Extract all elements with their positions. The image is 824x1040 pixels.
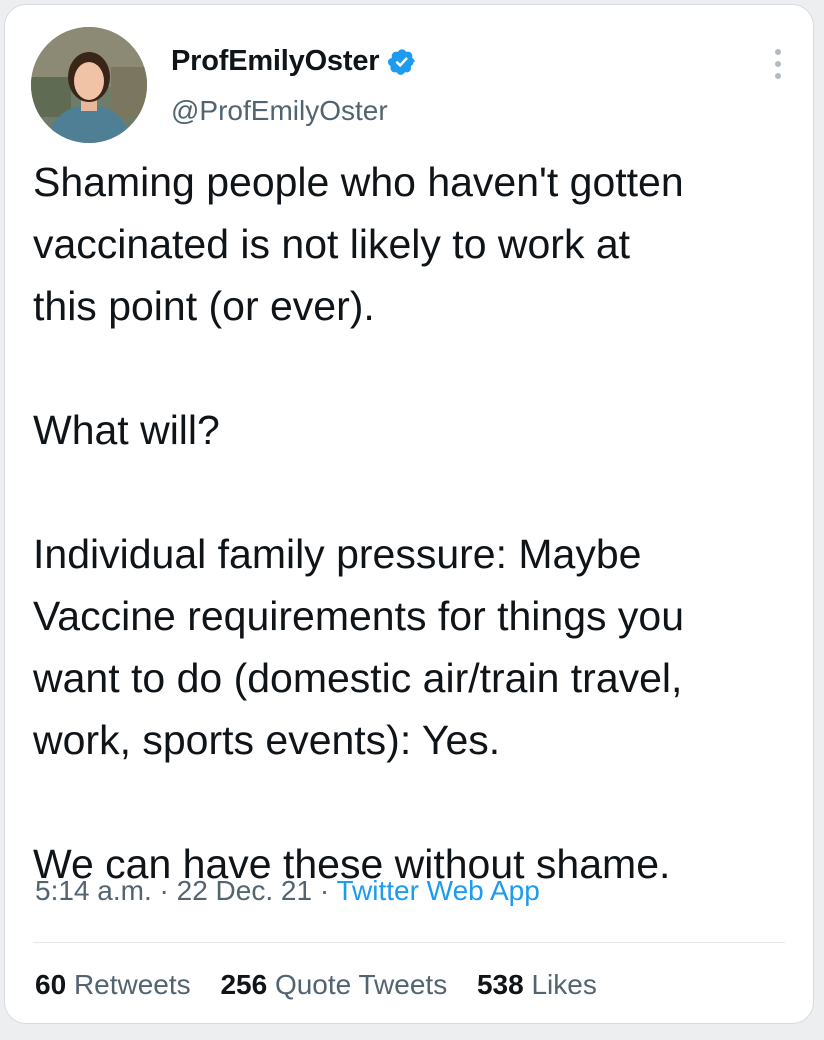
- tweet-line: Individual family pressure: Maybe: [33, 531, 642, 577]
- tweet-line: this point (or ever).: [33, 283, 375, 329]
- likes-count: 538: [476, 969, 524, 1000]
- verified-badge-icon: [388, 48, 416, 75]
- tweet-time[interactable]: 5:14 a.m.: [35, 875, 152, 906]
- tweet-line: want to do (domestic air/train travel,: [33, 655, 683, 701]
- meta-separator: ·: [319, 875, 330, 906]
- quote-tweets-count: 256: [220, 969, 268, 1000]
- author-handle[interactable]: @ProfEmilyOster: [171, 95, 388, 127]
- retweets-count: 60: [35, 969, 67, 1000]
- author-name-row[interactable]: ProfEmilyOster: [171, 45, 417, 78]
- tweet-text: Shaming people who haven't gotten vaccin…: [33, 151, 793, 895]
- likes-label: Likes: [531, 969, 597, 1000]
- divider: [33, 942, 785, 943]
- author-display-name[interactable]: ProfEmilyOster: [171, 45, 380, 78]
- tweet-date[interactable]: 22 Dec. 21: [177, 875, 312, 906]
- more-vertical-icon[interactable]: [773, 47, 783, 81]
- tweet-line: Shaming people who haven't gotten: [33, 159, 684, 205]
- retweets-stat[interactable]: 60 Retweets: [35, 969, 191, 1000]
- tweet-card: ProfEmilyOster @ProfEmilyOster Shaming p…: [4, 4, 814, 1024]
- tweet-line: What will?: [33, 407, 220, 453]
- likes-stat[interactable]: 538 Likes: [477, 969, 597, 1000]
- retweets-label: Retweets: [73, 969, 191, 1000]
- tweet-line: work, sports events): Yes.: [33, 717, 501, 763]
- avatar[interactable]: [31, 27, 147, 143]
- tweet-line: vaccinated is not likely to work at: [33, 221, 631, 267]
- tweet-source-link[interactable]: Twitter Web App: [336, 875, 539, 906]
- quote-tweets-stat[interactable]: 256 Quote Tweets: [220, 969, 447, 1000]
- tweet-meta: 5:14 a.m. · 22 Dec. 21 · Twitter Web App: [35, 875, 540, 907]
- meta-separator: ·: [159, 875, 169, 906]
- tweet-stats: 60 Retweets 256 Quote Tweets 538 Likes: [35, 969, 619, 1001]
- tweet-line: Vaccine requirements for things you: [33, 593, 685, 639]
- quote-tweets-label: Quote Tweets: [274, 969, 448, 1000]
